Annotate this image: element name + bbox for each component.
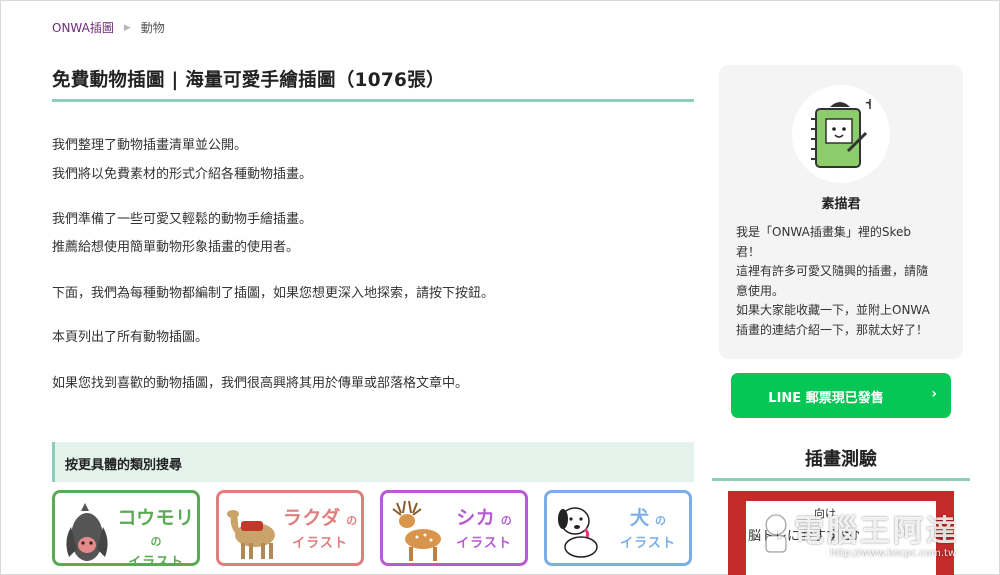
category-card-camel[interactable]: ラクダ の イラスト [216, 490, 364, 566]
bio-line: 插畫的連結介紹一下，那就太好了！ [736, 322, 929, 337]
card-label: コウモリ の イラスト [111, 503, 197, 566]
breadcrumb-current: 動物 [140, 21, 165, 35]
intro-paragraph: 推薦給想使用簡單動物形象插畫的使用者。 [52, 240, 300, 255]
deer-icon [392, 500, 441, 561]
page-title: 免費動物插圖 | 海量可愛手繪插圖（1076張） [52, 70, 445, 91]
bio-line: 這裡有許多可愛又隨興的插畫，請隨 [736, 264, 929, 278]
card-name: シカ [456, 507, 496, 529]
intro-paragraph: 如果您找到喜歡的動物插圖，我們很高興將其用於傳單或部落格文章中。 [52, 376, 469, 391]
author-profile-card: 素描君 我是「ONWA插畫集」裡的Skeb 君！ 這裡有許多可愛又隨興的插畫，請… [719, 65, 963, 359]
sketchbook-mascot-icon [811, 99, 871, 168]
bio-line: 我是「ONWA插畫集」裡的Skeb [736, 225, 911, 239]
author-bio: 我是「ONWA插畫集」裡的Skeb 君！ 這裡有許多可愛又隨興的插畫，請隨 意使… [736, 223, 956, 340]
card-label: ラクダ の イラスト [275, 503, 361, 551]
line-stickers-button[interactable]: LINE 郵票現已發售 › [731, 373, 951, 418]
card-no: の [655, 514, 667, 527]
category-card-bat[interactable]: コウモリ の イラスト [52, 490, 200, 566]
card-no: の [346, 514, 358, 527]
card-no: の [150, 535, 162, 548]
watermark-url: http://www.kocpc.com.tw [830, 548, 957, 559]
breadcrumb: ONWA插圖 ▶ 動物 [52, 19, 165, 36]
watermark-mascot-icon [765, 514, 787, 553]
chevron-right-icon: › [931, 386, 937, 402]
bat-icon [66, 503, 108, 561]
category-search-header: 按更具體的類別搜尋 [52, 442, 694, 482]
category-card-dog[interactable]: 犬 の イラスト [544, 490, 692, 566]
card-no: の [500, 514, 512, 527]
bio-line: 意使用。 [736, 283, 785, 298]
card-name: ラクダ [282, 507, 341, 529]
quiz-divider [712, 478, 970, 481]
watermark-text: 電腦王阿達 [794, 514, 959, 549]
card-sub: イラスト [128, 555, 184, 566]
site-watermark: 電腦王阿達 http://www.kocpc.com.tw [758, 504, 998, 570]
dog-icon [558, 507, 598, 558]
breadcrumb-home-link[interactable]: ONWA插圖 [52, 19, 114, 36]
intro-paragraph: 我們準備了一些可愛又輕鬆的動物手繪插畫。 [52, 212, 313, 227]
bio-line: 如果大家能收藏一下，並附上ONWA [736, 303, 930, 317]
card-sub: イラスト [620, 536, 676, 551]
author-name: 素描君 [821, 197, 861, 212]
bio-line: 君！ [736, 244, 761, 259]
card-name: 犬 [629, 507, 650, 529]
card-sub: イラスト [456, 536, 512, 551]
category-card-deer[interactable]: シカ の イラスト [380, 490, 528, 566]
intro-paragraph: 我們整理了動物插畫清單並公開。 [52, 138, 248, 153]
card-sub: イラスト [292, 536, 348, 551]
line-stickers-label: LINE 郵票現已發售 [768, 391, 884, 406]
avatar [792, 85, 890, 183]
card-label: シカ の イラスト [439, 503, 525, 551]
breadcrumb-separator: ▶ [123, 22, 131, 33]
title-divider [52, 99, 694, 102]
intro-paragraph: 我們將以免費素材的形式介紹各種動物插畫。 [52, 167, 313, 182]
card-label: 犬 の イラスト [603, 503, 689, 551]
intro-paragraph: 本頁列出了所有動物插圖。 [52, 330, 209, 345]
camel-icon [227, 510, 275, 559]
intro-paragraph: 下面，我們為每種動物都編制了插圖，如果您想更深入地探索，請按下按鈕。 [52, 286, 495, 301]
card-name: コウモリ [117, 507, 195, 529]
category-search-title: 按更具體的類別搜尋 [65, 458, 183, 473]
quiz-section-title: 插畫測驗 [805, 449, 877, 470]
